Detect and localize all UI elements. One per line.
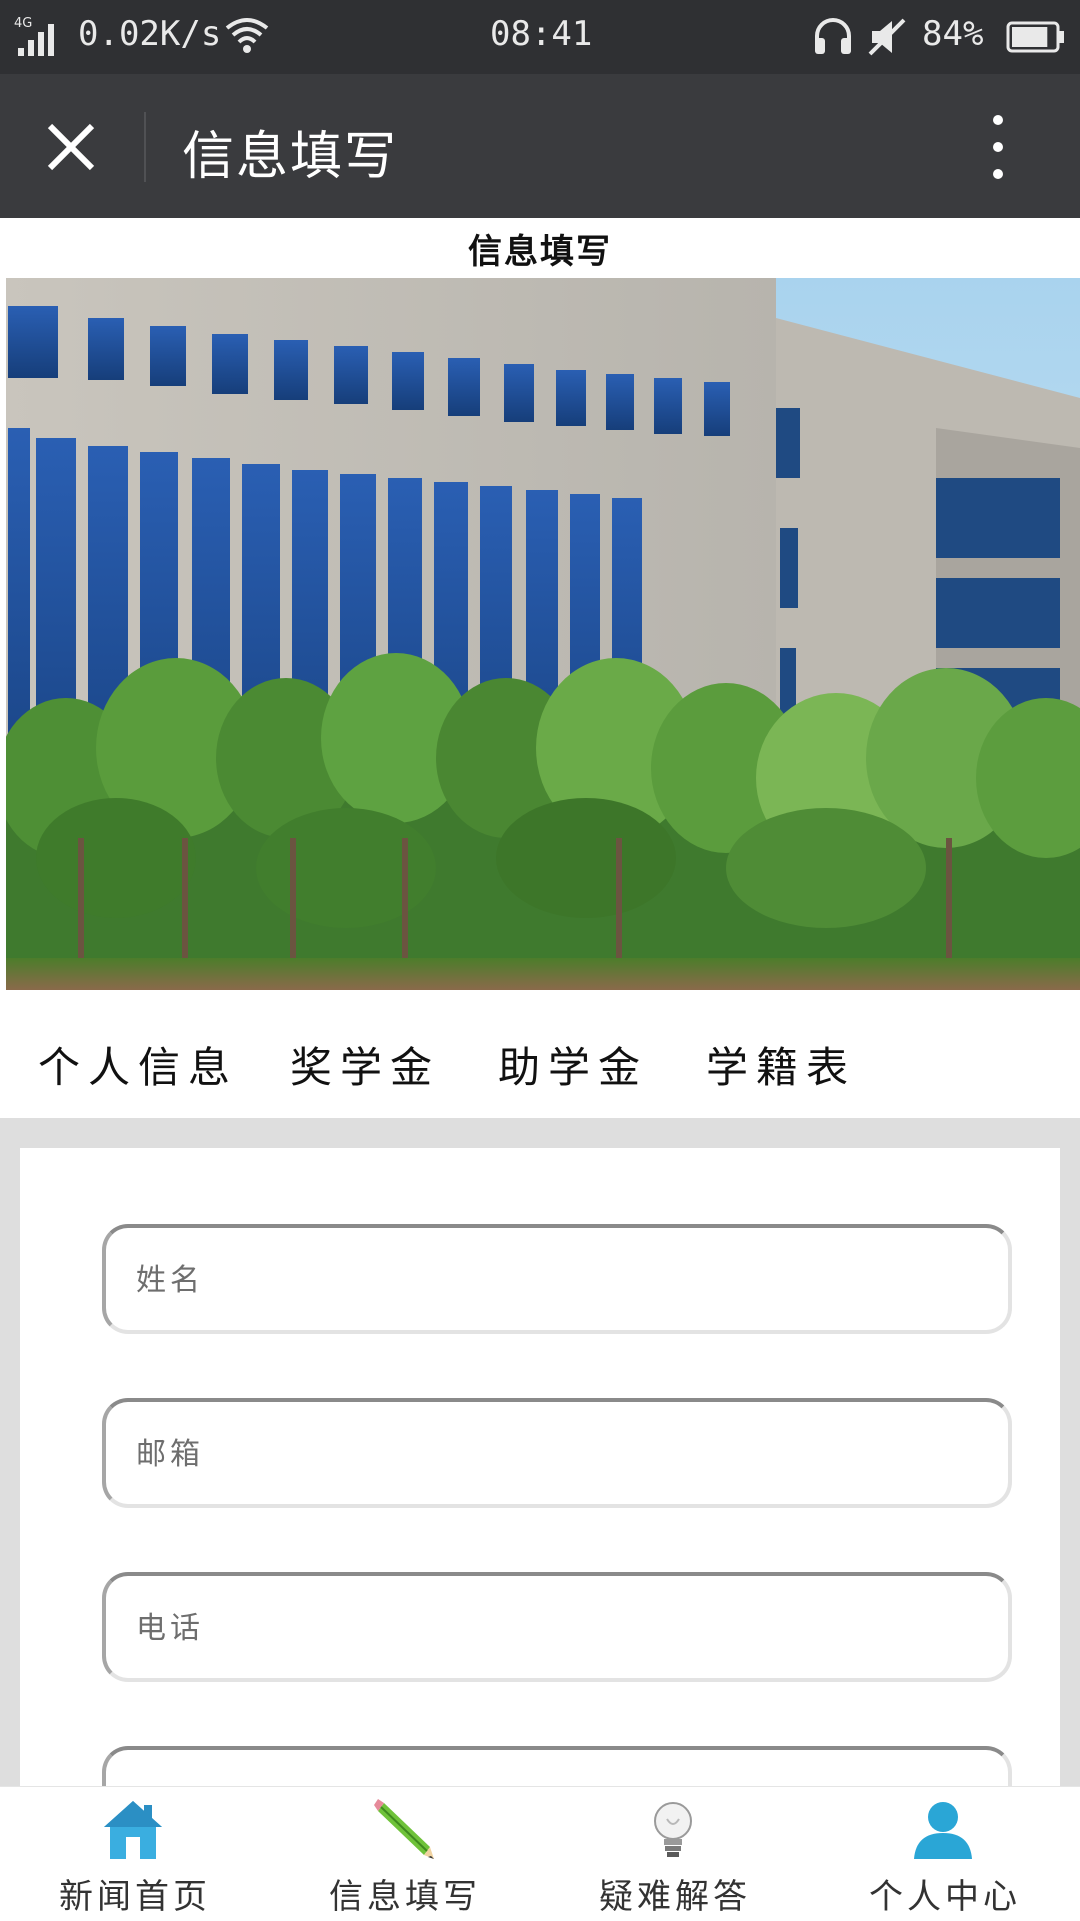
nav-label: 疑难解答 xyxy=(599,1877,751,1917)
nav-label: 个人中心 xyxy=(869,1877,1021,1917)
tab-student-record[interactable]: 学籍表 xyxy=(706,1034,856,1095)
nav-label: 信息填写 xyxy=(329,1877,481,1917)
mute-icon xyxy=(868,18,906,56)
battery-icon xyxy=(1006,21,1064,53)
headset-icon xyxy=(815,18,851,54)
lightbulb-icon xyxy=(654,1802,692,1857)
net-speed: 0.02K/s xyxy=(78,14,222,54)
window-title: 信息填写 xyxy=(182,127,399,187)
cellular-signal-icon: 4G xyxy=(14,16,54,56)
person-icon xyxy=(914,1802,972,1859)
battery-percent: 84% xyxy=(922,14,984,54)
battery-fill xyxy=(1012,27,1048,47)
network-type-label: 4G xyxy=(14,16,32,31)
clock: 08:41 xyxy=(490,14,593,54)
home-icon xyxy=(104,1801,162,1859)
nav-personal-center[interactable]: 个人中心 xyxy=(810,1787,1080,1921)
nav-faq[interactable]: 疑难解答 xyxy=(540,1787,810,1921)
nav-label: 新闻首页 xyxy=(59,1877,211,1917)
name-field-wrapper xyxy=(102,1224,1012,1334)
campus-banner-image xyxy=(6,278,1080,990)
wifi-icon xyxy=(225,18,269,53)
more-vertical-icon[interactable] xyxy=(970,110,1026,184)
title-divider xyxy=(144,112,146,182)
nav-info-fill[interactable]: 信息填写 xyxy=(270,1787,540,1921)
tab-scholarship[interactable]: 奖学金 xyxy=(290,1034,440,1095)
close-icon[interactable] xyxy=(36,112,106,182)
form-card xyxy=(20,1148,1060,1856)
page-title: 信息填写 xyxy=(468,232,612,272)
pencil-icon xyxy=(374,1799,434,1859)
email-field-wrapper xyxy=(102,1398,1012,1508)
tab-personal-info[interactable]: 个人信息 xyxy=(38,1034,238,1095)
phone-field-wrapper xyxy=(102,1572,1012,1682)
bottom-navigation: 新闻首页 信息填写 疑难解答 个人中心 xyxy=(0,1786,1080,1921)
category-tabs: 个人信息 奖学金 助学金 学籍表 xyxy=(0,998,1080,1118)
nav-news-home[interactable]: 新闻首页 xyxy=(0,1787,270,1921)
email-field[interactable] xyxy=(134,1402,978,1506)
name-field[interactable] xyxy=(134,1228,978,1332)
phone-field[interactable] xyxy=(134,1576,978,1680)
tab-grant[interactable]: 助学金 xyxy=(498,1034,648,1095)
status-bar: 4G 0.02K/s 08:41 84% xyxy=(0,0,1080,74)
title-bar: 信息填写 xyxy=(0,74,1080,218)
